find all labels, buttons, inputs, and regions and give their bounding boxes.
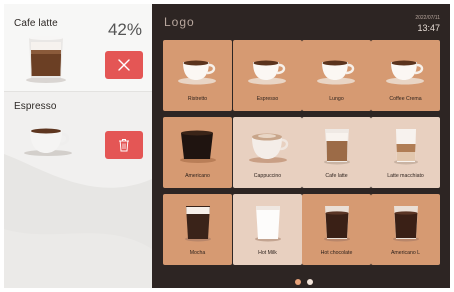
latte-macchiato-cup-icon [384, 127, 428, 172]
cafe-latte-cup-icon [315, 127, 359, 172]
product-tile-ristretto[interactable]: Ristretto [163, 40, 232, 111]
product-tile-cappuccino[interactable]: Cappuccino [233, 117, 302, 188]
product-label: Coffee Crema [389, 96, 422, 102]
product-label: Espresso [256, 96, 279, 102]
product-label: Ristretto [187, 96, 208, 102]
hot-chocolate-cup-icon [315, 204, 359, 249]
product-label: Latte macchiato [387, 173, 424, 179]
mocha-cup-icon [176, 204, 220, 249]
product-label: Cafe latte [325, 173, 348, 179]
product-tile-americano[interactable]: Americano [163, 117, 232, 188]
brand-logo: Logo [164, 15, 195, 29]
espresso-cup-icon [24, 128, 72, 156]
product-tile-mocha[interactable]: Mocha [163, 194, 232, 265]
product-tile-hot-chocolate[interactable]: Hot chocolate [302, 194, 371, 265]
time-display: 13:47 [417, 23, 440, 33]
product-label: Lungo [329, 96, 344, 102]
hot-milk-cup-icon [246, 204, 290, 249]
product-tile-lungo[interactable]: Lungo [302, 40, 371, 111]
product-panel: Logo 2022/07/11 13:47 Ristretto Espresso L… [152, 4, 450, 288]
lungo-cup-icon [315, 50, 359, 95]
product-tile-coffee-crema[interactable]: Coffee Crema [371, 40, 440, 111]
product-tile-americano-l[interactable]: Americano L [371, 194, 440, 265]
product-label: Hot Milk [258, 250, 277, 256]
product-tile-latte-macchiato[interactable]: Latte macchiato [371, 117, 440, 188]
product-label: Americano [185, 173, 210, 179]
product-tile-hot-milk[interactable]: Hot Milk [233, 194, 302, 265]
product-label: Mocha [189, 250, 206, 256]
americano-cup-icon [176, 127, 220, 172]
product-label: Americano L [390, 250, 421, 256]
espresso-cup-icon [246, 50, 290, 95]
americano-l-cup-icon [384, 204, 428, 249]
product-label: Hot chocolate [320, 250, 353, 256]
queue-item-name: Cafe latte [14, 18, 58, 29]
delete-button[interactable] [105, 131, 143, 159]
product-label: Cappuccino [253, 173, 282, 179]
cafe-latte-cup-icon [26, 36, 66, 83]
queue-item-name: Espresso [14, 101, 57, 112]
queue-progress-percent: 42% [107, 20, 142, 39]
close-icon [118, 59, 130, 71]
date-display: 2022/07/11 [415, 15, 440, 21]
ristretto-cup-icon [176, 50, 220, 95]
queue-panel: Cafe latte 42% Espresso [4, 4, 152, 288]
product-tile-espresso[interactable]: Espresso [233, 40, 302, 111]
queue-item-active: Cafe latte 42% [4, 4, 152, 92]
cappuccino-cup-icon [246, 127, 290, 172]
page-indicator-1[interactable] [295, 279, 301, 285]
trash-icon [119, 139, 129, 152]
product-tile-cafe-latte[interactable]: Cafe latte [302, 117, 371, 188]
page-indicator-2[interactable] [307, 279, 313, 285]
cancel-button[interactable] [105, 51, 143, 79]
coffee-crema-cup-icon [384, 50, 428, 95]
